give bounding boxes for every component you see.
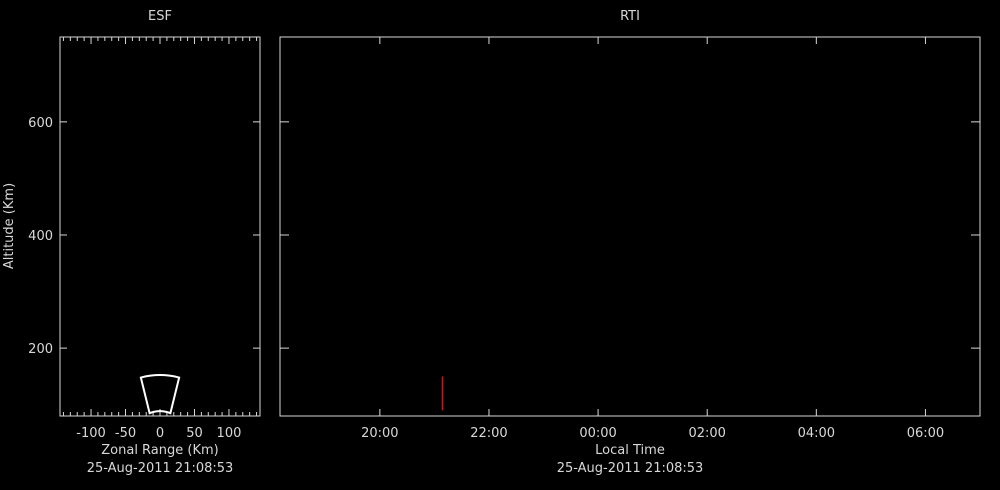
esf-title: ESF — [148, 9, 172, 24]
esf-ylabel: Altitude (Km) — [2, 183, 17, 269]
rti-timestamp: 25-Aug-2011 21:08:53 — [557, 461, 704, 476]
esf-x-tick-label: 0 — [156, 426, 164, 441]
esf-y-tick-label: 400 — [28, 229, 53, 244]
rti-x-tick-label: 02:00 — [688, 426, 725, 441]
rti-x-tick-label: 20:00 — [361, 426, 398, 441]
rti-title: RTI — [620, 9, 640, 24]
esf-y-tick-label: 600 — [28, 116, 53, 131]
esf-y-tick-label: 200 — [28, 342, 53, 357]
esf-x-tick-label: -100 — [76, 426, 106, 441]
rti-x-tick-label: 06:00 — [907, 426, 944, 441]
rti-xlabel: Local Time — [595, 443, 665, 458]
esf-x-tick-label: 50 — [186, 426, 203, 441]
esf-xlabel: Zonal Range (Km) — [101, 443, 218, 458]
rti-x-tick-label: 22:00 — [470, 426, 507, 441]
esf-x-tick-label: 100 — [217, 426, 242, 441]
rti-x-tick-label: 04:00 — [798, 426, 835, 441]
esf-timestamp: 25-Aug-2011 21:08:53 — [87, 461, 234, 476]
esf-x-tick-label: -50 — [115, 426, 136, 441]
radar-figure: ESF -100 -50 0 50 100 200 400 600 Altitude (Km)… — [0, 0, 1000, 490]
rti-x-tick-label: 00:00 — [579, 426, 616, 441]
